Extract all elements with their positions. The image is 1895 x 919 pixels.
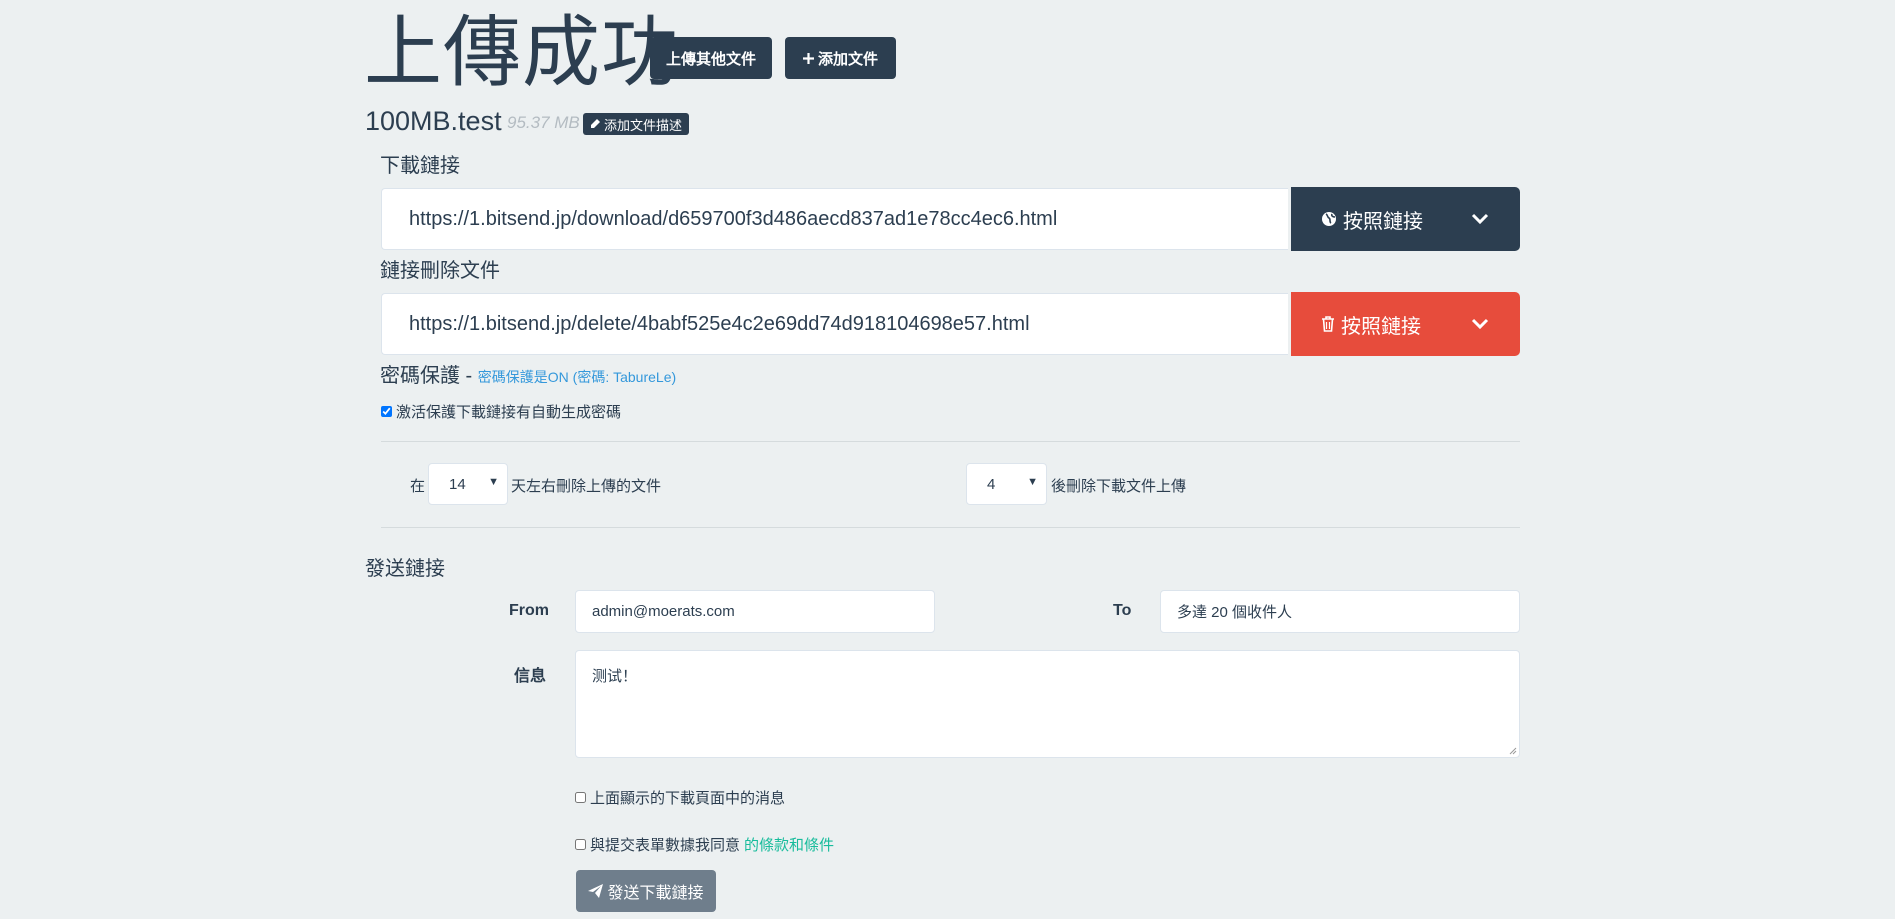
file-size: 95.37 MB [507,113,580,132]
agree-terms-checkbox[interactable] [575,839,586,850]
show-message-option[interactable]: 上面顯示的下載頁面中的消息 [575,787,785,808]
expiry-downloads-suffix: 後刪除下載文件上傳 [1051,478,1187,495]
message-textarea[interactable]: 测试！ [575,650,1520,758]
globe-icon [1322,212,1336,226]
upload-other-files-button[interactable]: 上傳其他文件 [650,37,772,79]
delete-url-field[interactable]: https://1.bitsend.jp/delete/4babf525e4c2… [381,293,1288,355]
copy-download-link-label: 按照鏈接 [1343,210,1423,233]
send-link-heading: 發送鏈接 [365,558,445,580]
divider [381,441,1520,442]
to-recipients-placeholder: 多達 20 個收件人 [1177,604,1293,621]
from-email-field[interactable]: admin@moerats.com [575,590,935,633]
to-label: To [1113,602,1132,619]
password-separator: - [460,365,478,387]
divider [381,527,1520,528]
file-name: 100MB.test [365,106,502,136]
download-link-label: 下載鏈接 [380,155,460,177]
expiry-days-select[interactable]: 14 ▼ [428,463,508,505]
auto-password-option[interactable]: 激活保護下載鏈接有自動生成密碼 [381,401,621,422]
delete-link-label: 鏈接刪除文件 [380,260,500,282]
send-download-link-button[interactable]: 發送下載鏈接 [576,870,716,912]
expiry-downloads-select[interactable]: 4 ▼ [966,463,1047,505]
resize-grip-icon[interactable] [1509,747,1517,755]
copy-download-link-button[interactable]: 按照鏈接 [1291,187,1520,251]
expiry-downloads-value: 4 [987,475,996,493]
auto-password-checkbox[interactable] [381,406,392,417]
paper-plane-icon [588,884,604,898]
dropdown-arrow-icon: ▼ [1027,476,1038,488]
from-email-value: admin@moerats.com [592,603,735,620]
agree-terms-option[interactable]: 與提交表單數據我同意 的條款和條件 [575,834,834,855]
copy-delete-link-label: 按照鏈接 [1341,315,1421,338]
expiry-days-value: 14 [449,475,466,493]
agree-terms-label: 與提交表單數據我同意 [590,837,741,854]
plus-icon [802,52,814,64]
page-title: 上傳成功 [364,8,681,96]
show-message-label: 上面顯示的下載頁面中的消息 [590,790,786,807]
chevron-down-icon [1471,213,1489,225]
to-recipients-field[interactable]: 多達 20 個收件人 [1160,590,1520,633]
download-url-field[interactable]: https://1.bitsend.jp/download/d659700f3d… [381,188,1288,250]
send-download-link-label: 發送下載鏈接 [607,885,704,902]
upload-other-files-label: 上傳其他文件 [665,50,756,68]
password-protection-row: 密碼保護 - 密碼保護是ON (密碼: TabureLe) [380,363,676,390]
message-value: 测试！ [592,668,638,685]
add-file-label: 添加文件 [817,50,878,68]
from-label: From [509,602,549,619]
dropdown-arrow-icon: ▼ [488,476,499,488]
add-file-button[interactable]: 添加文件 [785,37,896,79]
pencil-icon [590,119,600,128]
auto-password-label: 激活保護下載鏈接有自動生成密碼 [396,404,622,421]
expiry-prefix: 在 [410,478,426,495]
add-file-description-button[interactable]: 添加文件描述 [583,113,689,135]
trash-icon [1322,316,1334,332]
password-status-link[interactable]: 密碼保護是ON (密碼: TabureLe) [478,369,676,385]
download-url-text: https://1.bitsend.jp/download/d659700f3d… [409,207,1058,230]
message-label: 信息 [514,668,547,685]
show-message-checkbox[interactable] [575,792,586,803]
copy-delete-link-button[interactable]: 按照鏈接 [1291,292,1520,356]
delete-url-text: https://1.bitsend.jp/delete/4babf525e4c2… [409,312,1030,335]
terms-link[interactable]: 的條款和條件 [744,834,834,855]
add-file-description-label: 添加文件描述 [603,117,682,133]
chevron-down-icon [1471,318,1489,330]
password-protection-label: 密碼保護 [380,365,460,387]
expiry-days-suffix: 天左右刪除上傳的文件 [511,478,662,495]
